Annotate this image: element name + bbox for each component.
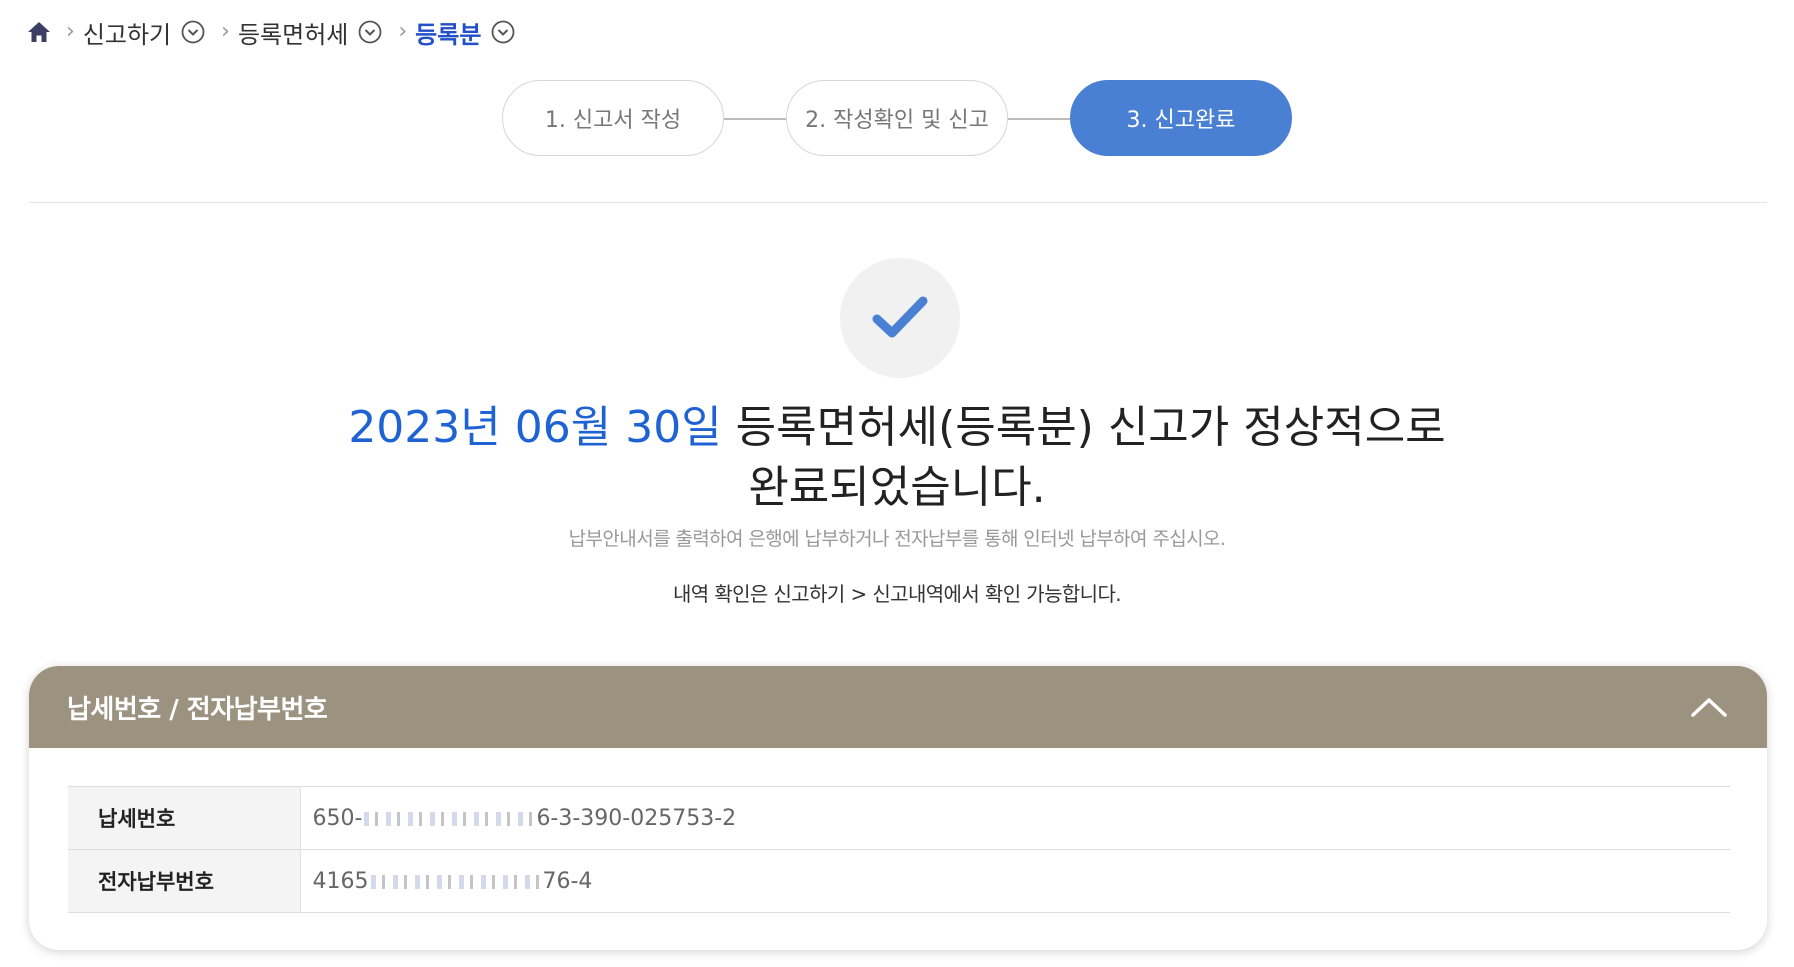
step-confirm: 2. 작성확인 및 신고 xyxy=(786,80,1008,156)
step-connector xyxy=(1008,118,1070,120)
chevron-down-circle-icon[interactable] xyxy=(491,19,517,45)
step-complete: 3. 신고완료 xyxy=(1070,80,1292,156)
panel-header[interactable]: 납세번호 / 전자납부번호 xyxy=(29,666,1767,748)
e-payment-number-label: 전자납부번호 xyxy=(68,849,301,913)
report-date: 2023년 06월 30일 xyxy=(348,402,722,453)
step-indicator: 1. 신고서 작성 2. 작성확인 및 신고 3. 신고완료 xyxy=(502,80,1298,158)
chevron-right-icon: › xyxy=(398,19,408,44)
payment-guide: 납부안내서를 출력하여 은행에 납부하거나 전자납부를 통해 인터넷 납부하여 … xyxy=(568,528,1226,550)
table-row: 납세번호 650- 6-3-390-025753-2 xyxy=(68,786,1730,850)
history-note: 내역 확인은 신고하기 > 신고내역에서 확인 가능합니다. xyxy=(672,582,1122,606)
chevron-down-circle-icon[interactable] xyxy=(358,19,384,45)
table-row: 전자납부번호 4165 76-4 xyxy=(68,849,1730,913)
e-payment-number-value: 4165 76-4 xyxy=(312,868,593,894)
step-write: 1. 신고서 작성 xyxy=(502,80,724,156)
completion-message: 2023년 06월 30일 등록면허세(등록분) 신고가 정상적으로 완료되었습… xyxy=(0,398,1794,518)
chevron-right-icon: › xyxy=(221,19,230,44)
panel-title: 납세번호 / 전자납부번호 xyxy=(67,694,328,725)
completion-message-line1: 등록면허세(등록분) 신고가 정상적으로 xyxy=(721,402,1446,453)
chevron-down-circle-icon[interactable] xyxy=(181,19,207,45)
tax-number-panel: 납세번호 / 전자납부번호 납세번호 650- 6-3-390-025753-2 … xyxy=(29,666,1767,950)
chevron-up-icon[interactable] xyxy=(1689,687,1729,727)
tax-number-label: 납세번호 xyxy=(68,786,301,850)
home-icon[interactable] xyxy=(26,19,52,45)
tax-number-value: 650- 6-3-390-025753-2 xyxy=(312,805,737,831)
breadcrumb-item-license-tax[interactable]: 등록면허세 xyxy=(238,15,348,50)
success-badge xyxy=(840,258,960,378)
completion-message-line2: 완료되었습니다. xyxy=(748,462,1046,513)
chevron-right-icon: › xyxy=(66,19,75,44)
breadcrumb: › 신고하기 › 등록면허세 › 등록분 xyxy=(26,14,517,50)
breadcrumb-item-report[interactable]: 신고하기 xyxy=(83,15,171,50)
step-connector xyxy=(724,118,786,120)
tax-number-table: 납세번호 650- 6-3-390-025753-2 전자납부번호 4165 76-… xyxy=(68,786,1730,913)
check-icon xyxy=(872,296,928,338)
divider xyxy=(29,202,1767,203)
breadcrumb-item-registration[interactable]: 등록분 xyxy=(415,15,481,50)
masked-digits xyxy=(370,874,541,889)
masked-digits xyxy=(364,811,535,826)
